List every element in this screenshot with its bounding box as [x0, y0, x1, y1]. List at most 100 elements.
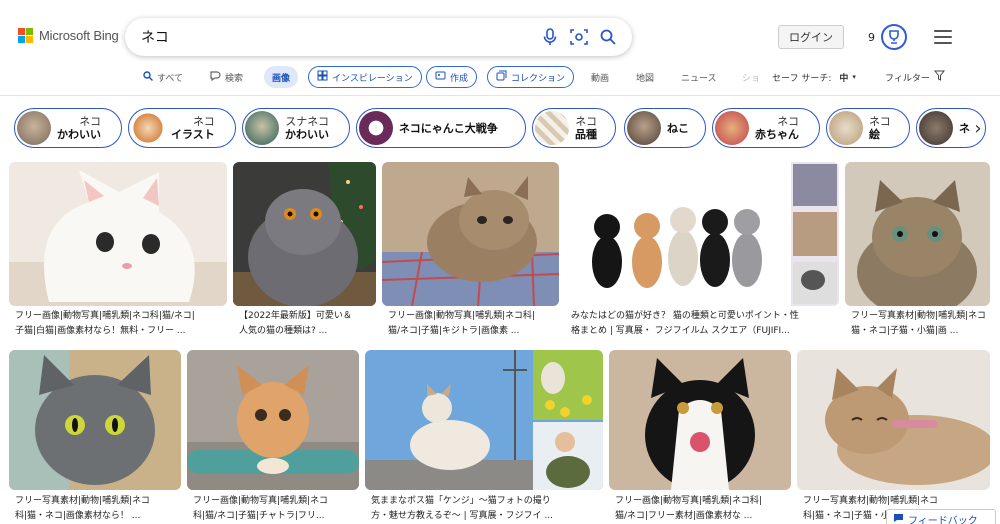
- microphone-icon[interactable]: [536, 23, 564, 51]
- result-image[interactable]: [382, 162, 559, 306]
- filter-funnel-icon: [933, 70, 945, 84]
- image-result[interactable]: みなたはどの猫が好き？ 猫の種類と可愛いポイント・性 格まとめ | 写真展・ フジ…: [565, 162, 839, 344]
- result-caption[interactable]: フリー写真素材|動物|哺乳類|ネコ 猫・ネコ|子猫・小猫|画 ...: [851, 309, 990, 339]
- chip-thumbnail: [359, 111, 393, 145]
- hamburger-menu-icon[interactable]: [934, 30, 952, 44]
- login-button[interactable]: ログイン: [778, 25, 844, 49]
- result-image[interactable]: [845, 162, 990, 306]
- inspiration-icon: [317, 70, 328, 84]
- image-result[interactable]: フリー画像|動物写真|哺乳類|ネコ科| 猫/ネコ|子猫|キジトラ|画像素 ...: [382, 162, 559, 344]
- tab-inspiration[interactable]: インスピレーション: [308, 66, 422, 88]
- chip-neko-baby[interactable]: ネコ 赤ちゃん: [712, 108, 820, 148]
- tab-videos[interactable]: 動画: [591, 66, 609, 88]
- result-image[interactable]: [187, 350, 359, 490]
- result-image[interactable]: [365, 350, 603, 490]
- chip-label: ネコ 赤ちゃん: [755, 115, 799, 141]
- tab-news-label: ニュース: [681, 73, 717, 84]
- result-caption[interactable]: みなたはどの猫が好き？ 猫の種類と可愛いポイント・性 格まとめ | 写真展・ フジ…: [571, 309, 833, 339]
- chip-thumbnail: [829, 111, 863, 145]
- search-input[interactable]: [141, 29, 535, 45]
- chip-label: スナネコ かわいい: [285, 115, 329, 141]
- scope-nav: すべて 検索 画像 インスピレーション 作成 コレクション 動画 地図 ニュース…: [0, 66, 1000, 90]
- tab-images-label: 画像: [272, 73, 291, 84]
- chip-neko-drawing[interactable]: ネコ絵: [826, 108, 910, 148]
- chip-thumbnail: [17, 111, 51, 145]
- collection-icon: [496, 70, 507, 84]
- search-box: [125, 18, 632, 56]
- result-caption[interactable]: 気ままなボス猫「ケンジ」～猫フォトの撮り 方・魅せ方教えるぞ～ | 写真展・フジフ…: [371, 494, 603, 524]
- chip-thumbnail: [535, 111, 569, 145]
- result-caption[interactable]: フリー画像|動物写真|哺乳類|ネコ科| 猫/ネコ|フリー素材|画像素材な ...: [615, 494, 791, 524]
- tab-search[interactable]: 検索: [209, 66, 243, 88]
- header: Microsoft Bing ログイン 9 すべて: [0, 0, 1000, 96]
- tab-maps[interactable]: 地図: [636, 66, 654, 88]
- image-result[interactable]: フリー画像|動物写真|哺乳類|ネコ科|猫/ネコ| 子猫|白猫|画像素材なら！無料・…: [9, 162, 227, 344]
- result-image[interactable]: [609, 350, 791, 490]
- chip-neko-kawaii[interactable]: ネコ かわいい: [14, 108, 122, 148]
- chip-label: ネコ絵: [869, 115, 891, 141]
- bing-logo[interactable]: Microsoft Bing: [18, 28, 119, 43]
- bing-image-search-page: Microsoft Bing ログイン 9 すべて: [0, 0, 1000, 524]
- result-image[interactable]: [233, 162, 376, 306]
- feedback-label: フィードバック: [908, 515, 978, 524]
- image-result[interactable]: フリー画像|動物写真|哺乳類|ネコ 科|猫/ネコ|子猫|チャトラ|フリ...: [187, 350, 359, 524]
- result-caption[interactable]: フリー画像|動物写真|哺乳類|ネコ 科|猫/ネコ|子猫|チャトラ|フリ...: [193, 494, 359, 524]
- filter-button[interactable]: フィルター: [885, 66, 945, 88]
- chip-label: ネコ イラスト: [171, 115, 215, 141]
- chip-neko-hiragana[interactable]: ねこ: [624, 108, 706, 148]
- tab-search-label: 検索: [225, 73, 244, 84]
- tab-create-label: 作成: [450, 73, 469, 84]
- brand-name: Microsoft Bing: [39, 28, 119, 43]
- image-result[interactable]: フリー写真素材|動物|哺乳類|ネコ 科|猫・ネコ|子猫・小: [797, 350, 990, 524]
- copilot-icon: [209, 70, 221, 84]
- chip-label: ネコにゃんこ大戦争: [399, 121, 498, 135]
- result-image[interactable]: [9, 162, 227, 306]
- chevron-right-icon[interactable]: ›: [968, 113, 988, 143]
- tab-videos-label: 動画: [591, 73, 610, 84]
- feedback-icon: [893, 513, 904, 524]
- chip-thumbnail: [245, 111, 279, 145]
- filter-label: フィルター: [885, 73, 930, 84]
- tab-create[interactable]: 作成: [426, 66, 478, 88]
- tab-news[interactable]: ニュース: [681, 66, 717, 88]
- chip-thumbnail: [715, 111, 749, 145]
- chip-thumbnail: [627, 111, 661, 145]
- feedback-button[interactable]: フィードバック: [886, 509, 996, 524]
- chip-thumbnail: [131, 111, 165, 145]
- result-caption[interactable]: フリー写真素材|動物|哺乳類|ネコ 科|猫・ネコ|画像素材なら！ ...: [15, 494, 181, 524]
- tab-all-label: すべて: [157, 73, 184, 84]
- chevron-down-icon: ▾: [852, 73, 856, 81]
- safe-search-label: セーフ サーチ:: [772, 73, 832, 84]
- rewards-trophy-icon[interactable]: [881, 24, 907, 50]
- search-icon: [143, 70, 153, 84]
- result-image[interactable]: [565, 162, 839, 306]
- result-image[interactable]: [9, 350, 181, 490]
- tab-images[interactable]: 画像: [264, 66, 299, 88]
- image-result[interactable]: フリー画像|動物写真|哺乳類|ネコ科| 猫/ネコ|フリー素材|画像素材な ...: [609, 350, 791, 524]
- tab-shopping[interactable]: ショ: [742, 66, 760, 88]
- result-caption[interactable]: 【2022年最新版】可愛い＆ 人気の猫の種類は? ...: [239, 309, 376, 339]
- image-result[interactable]: フリー写真素材|動物|哺乳類|ネコ 猫・ネコ|子猫・小猫|画 ...: [845, 162, 990, 344]
- chip-thumbnail: [919, 111, 953, 145]
- create-icon: [435, 70, 446, 84]
- tab-all[interactable]: すべて: [143, 66, 183, 88]
- image-result[interactable]: 【2022年最新版】可愛い＆ 人気の猫の種類は? ...: [233, 162, 376, 344]
- safe-search-dropdown[interactable]: セーフ サーチ: 中 ▾: [772, 66, 856, 88]
- tab-collection[interactable]: コレクション: [487, 66, 575, 88]
- chip-neko-illust[interactable]: ネコ イラスト: [128, 108, 236, 148]
- search-icon[interactable]: [594, 23, 622, 51]
- image-result[interactable]: フリー写真素材|動物|哺乳類|ネコ 科|猫・ネコ|画像素材なら！ ...: [9, 350, 181, 524]
- microsoft-logo-icon: [18, 28, 33, 43]
- result-caption[interactable]: フリー画像|動物写真|哺乳類|ネコ科| 猫/ネコ|子猫|キジトラ|画像素 ...: [388, 309, 559, 339]
- chip-neko-breeds[interactable]: ネコ 品種: [532, 108, 616, 148]
- chip-nyanko-daisenso[interactable]: ネコにゃんこ大戦争: [356, 108, 526, 148]
- image-result[interactable]: 気ままなボス猫「ケンジ」～猫フォトの撮り 方・魅せ方教えるぞ～ | 写真展・フジフ…: [365, 350, 603, 524]
- visual-search-icon[interactable]: [565, 23, 593, 51]
- rewards-count: 9: [868, 31, 875, 44]
- chip-sunaneko[interactable]: スナネコ かわいい: [242, 108, 350, 148]
- result-caption[interactable]: フリー画像|動物写真|哺乳類|ネコ科|猫/ネコ| 子猫|白猫|画像素材なら！無料・…: [15, 309, 227, 339]
- result-image[interactable]: [797, 350, 990, 490]
- chip-label: ねこ: [667, 121, 689, 135]
- chip-label: ネコ かわいい: [57, 115, 101, 141]
- tab-shopping-label: ショ: [742, 73, 761, 84]
